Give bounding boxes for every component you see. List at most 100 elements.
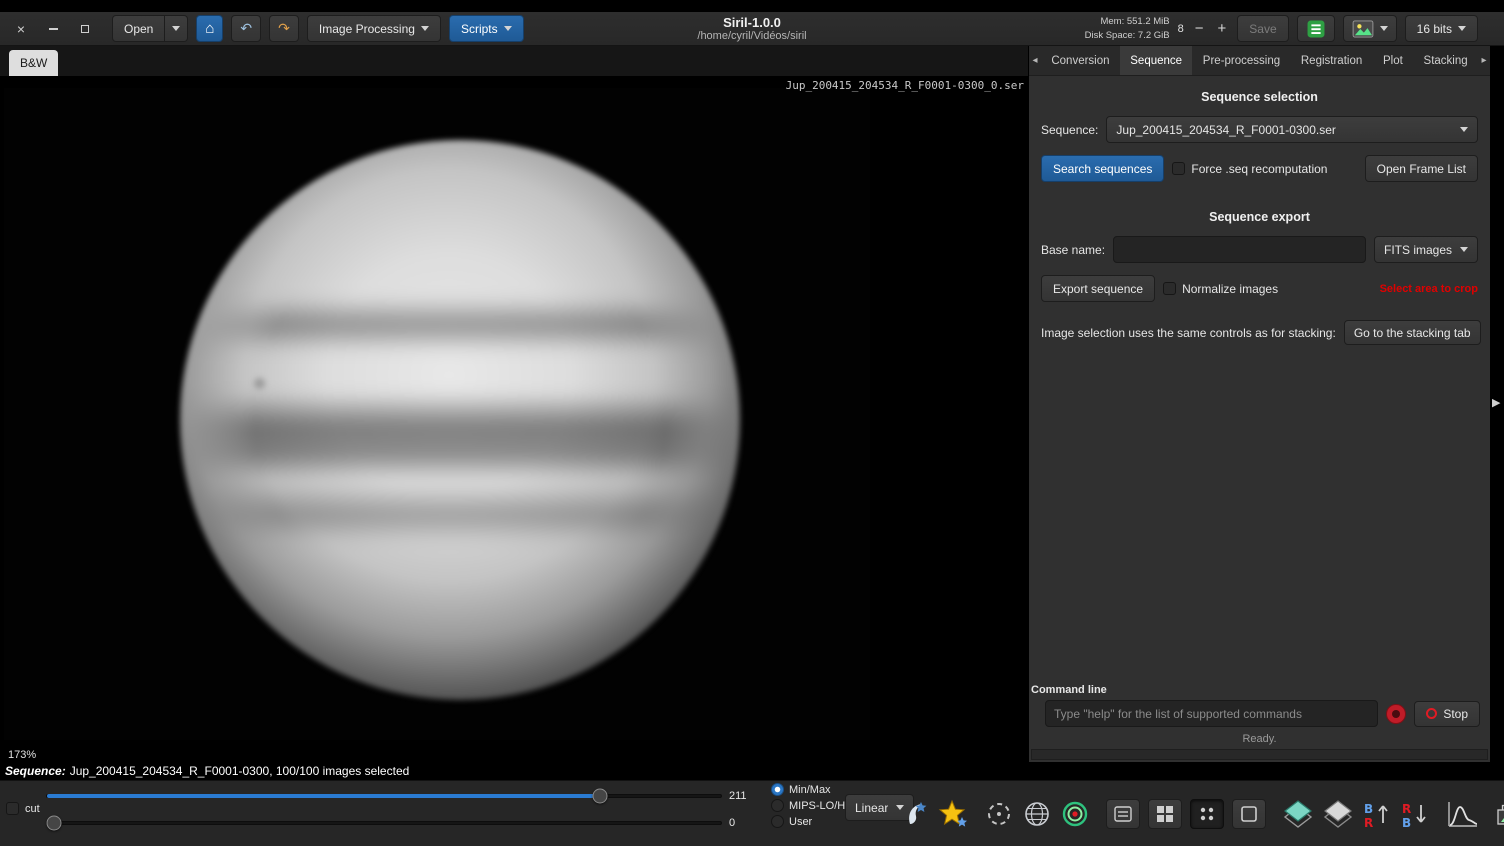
single-view-button[interactable] bbox=[1232, 799, 1266, 829]
moon-spot bbox=[254, 378, 265, 389]
open-frame-list-button[interactable]: Open Frame List bbox=[1365, 155, 1478, 182]
home-button[interactable]: ⌂ bbox=[196, 15, 223, 42]
high-slider-handle[interactable] bbox=[592, 789, 607, 804]
status-text: Jup_200415_204534_R_F0001-0300, 100/100 … bbox=[70, 764, 410, 778]
channel-shift-down-button[interactable]: RB bbox=[1400, 799, 1430, 829]
high-level-slider[interactable] bbox=[46, 794, 722, 798]
square-icon bbox=[1240, 805, 1258, 823]
dots-view-button[interactable] bbox=[1190, 799, 1224, 829]
stop-ring-icon bbox=[1426, 708, 1437, 719]
target-icon bbox=[1060, 799, 1090, 829]
svg-text:B: B bbox=[1402, 816, 1411, 829]
maximize-icon[interactable] bbox=[76, 19, 94, 39]
astrometry-annotations-button[interactable] bbox=[1022, 799, 1052, 829]
stretch-mode-value: Linear bbox=[855, 801, 888, 815]
level-mode-radios: Min/Max MIPS-LO/HI User bbox=[771, 783, 848, 828]
memory-usage: Mem: 551.2 MiB bbox=[1085, 15, 1170, 28]
svg-text:R: R bbox=[1364, 816, 1373, 829]
stop-button[interactable]: Stop bbox=[1414, 701, 1480, 727]
channel-shift-up-button[interactable]: BR bbox=[1362, 799, 1392, 829]
zoom-in-button[interactable]: + bbox=[1215, 21, 1230, 36]
high-slider-fill bbox=[47, 794, 600, 798]
image-canvas: B&W Jup_200415_204534_R_F0001-0300_0.ser bbox=[0, 46, 1028, 762]
tab-sequence[interactable]: Sequence bbox=[1120, 46, 1193, 75]
viewer-toolbar: BR RB bbox=[900, 791, 1504, 837]
chevron-down-icon bbox=[172, 26, 180, 31]
close-icon[interactable]: × bbox=[12, 19, 30, 39]
open-split-button: Open bbox=[112, 15, 188, 42]
panel-expander-icon[interactable]: ▶ bbox=[1492, 396, 1500, 409]
green-list-button[interactable] bbox=[1297, 15, 1335, 42]
radio-mips-lo-hi[interactable] bbox=[771, 799, 784, 812]
radio-user[interactable] bbox=[771, 815, 784, 828]
sequence-status: Sequence:Jup_200415_204534_R_F0001-0300,… bbox=[5, 764, 409, 778]
tab-bw[interactable]: B&W bbox=[9, 50, 58, 76]
svg-text:B: B bbox=[1364, 802, 1373, 816]
tab-stacking[interactable]: Stacking bbox=[1413, 46, 1478, 75]
titlebar-right: Mem: 551.2 MiB Disk Space: 7.2 GiB 8 − +… bbox=[1085, 15, 1492, 42]
low-level-slider[interactable] bbox=[46, 821, 722, 825]
levels-sliders bbox=[46, 781, 722, 846]
panel-tabbar: ◂ Conversion Sequence Pre-processing Reg… bbox=[1029, 46, 1490, 76]
image-area[interactable]: Jup_200415_204534_R_F0001-0300_0.ser bbox=[0, 76, 1028, 762]
image-processing-menu-button[interactable]: Image Processing bbox=[307, 15, 441, 42]
go-to-stacking-tab-button[interactable]: Go to the stacking tab bbox=[1344, 320, 1481, 345]
save-button[interactable]: Save bbox=[1237, 15, 1288, 42]
tab-registration[interactable]: Registration bbox=[1291, 46, 1373, 75]
grid-view-button[interactable] bbox=[1148, 799, 1182, 829]
sequence-tab-content: Sequence selection Sequence: Jup_200415_… bbox=[1029, 76, 1490, 681]
log-expander[interactable] bbox=[1031, 749, 1488, 760]
zoom-out-button[interactable]: − bbox=[1192, 21, 1207, 36]
undo-icon: ↶ bbox=[240, 20, 252, 37]
low-slider-handle[interactable] bbox=[46, 816, 61, 831]
export-format-value: FITS images bbox=[1384, 243, 1452, 257]
open-dropdown-button[interactable] bbox=[165, 15, 188, 42]
list-view-button[interactable] bbox=[1106, 799, 1140, 829]
tab-conversion[interactable]: Conversion bbox=[1041, 46, 1120, 75]
undo-button[interactable]: ↶ bbox=[231, 15, 261, 42]
target-rings-button[interactable] bbox=[1060, 799, 1090, 829]
export-format-dropdown[interactable]: FITS images bbox=[1374, 236, 1478, 263]
tab-plot[interactable]: Plot bbox=[1373, 46, 1414, 75]
stop-script-icon[interactable] bbox=[1386, 704, 1406, 724]
high-level-value: 211 bbox=[729, 790, 747, 802]
export-sequence-button[interactable]: Export sequence bbox=[1041, 275, 1155, 302]
red-blue-shift-icon: RB bbox=[1400, 799, 1430, 829]
scripts-menu-button[interactable]: Scripts bbox=[449, 15, 524, 42]
bit-depth-dropdown[interactable]: 16 bits bbox=[1405, 15, 1478, 42]
image-display-dropdown-button[interactable] bbox=[1343, 15, 1397, 42]
redo-button[interactable]: ↷ bbox=[269, 15, 299, 42]
teal-layers-button[interactable] bbox=[1282, 799, 1314, 829]
status-ready: Ready. bbox=[1029, 727, 1490, 749]
star-icon bbox=[938, 799, 968, 829]
force-seq-recomputation-label: Force .seq recomputation bbox=[1191, 162, 1327, 176]
histogram-button[interactable] bbox=[1446, 799, 1480, 829]
app-title: Siril-1.0.0 bbox=[697, 15, 806, 30]
cut-checkbox[interactable] bbox=[6, 802, 19, 815]
command-input[interactable] bbox=[1045, 700, 1378, 727]
gray-layers-button[interactable] bbox=[1322, 799, 1354, 829]
force-seq-recomputation-checkbox[interactable] bbox=[1172, 162, 1185, 175]
tabs-scroll-left-icon[interactable]: ◂ bbox=[1029, 55, 1041, 66]
minimize-icon[interactable] bbox=[44, 19, 62, 39]
radio-minmax[interactable] bbox=[771, 783, 784, 796]
tabs-scroll-right-icon[interactable]: ▸ bbox=[1478, 55, 1490, 66]
disk-space: Disk Space: 7.2 GiB bbox=[1085, 29, 1170, 42]
histogram-icon bbox=[1446, 799, 1480, 829]
normalize-images-checkbox[interactable] bbox=[1163, 282, 1176, 295]
comet-tool-button[interactable] bbox=[900, 799, 930, 829]
star-detection-button[interactable] bbox=[938, 799, 968, 829]
photometry-aperture-button[interactable] bbox=[984, 799, 1014, 829]
resource-info: Mem: 551.2 MiB Disk Space: 7.2 GiB bbox=[1085, 15, 1170, 42]
open-button[interactable]: Open bbox=[112, 15, 165, 42]
search-sequences-button[interactable]: Search sequences bbox=[1041, 155, 1164, 182]
sequence-selection-heading: Sequence selection bbox=[1041, 90, 1478, 104]
frames-stack-button[interactable] bbox=[1496, 799, 1504, 829]
chevron-down-icon bbox=[1460, 127, 1468, 132]
radio-minmax-label: Min/Max bbox=[789, 784, 831, 796]
chevron-down-icon bbox=[421, 26, 429, 31]
base-name-input[interactable] bbox=[1113, 236, 1366, 263]
tab-pre-processing[interactable]: Pre-processing bbox=[1192, 46, 1290, 75]
sequence-dropdown[interactable]: Jup_200415_204534_R_F0001-0300.ser bbox=[1106, 116, 1478, 143]
zoom-level: 173% bbox=[8, 749, 36, 761]
